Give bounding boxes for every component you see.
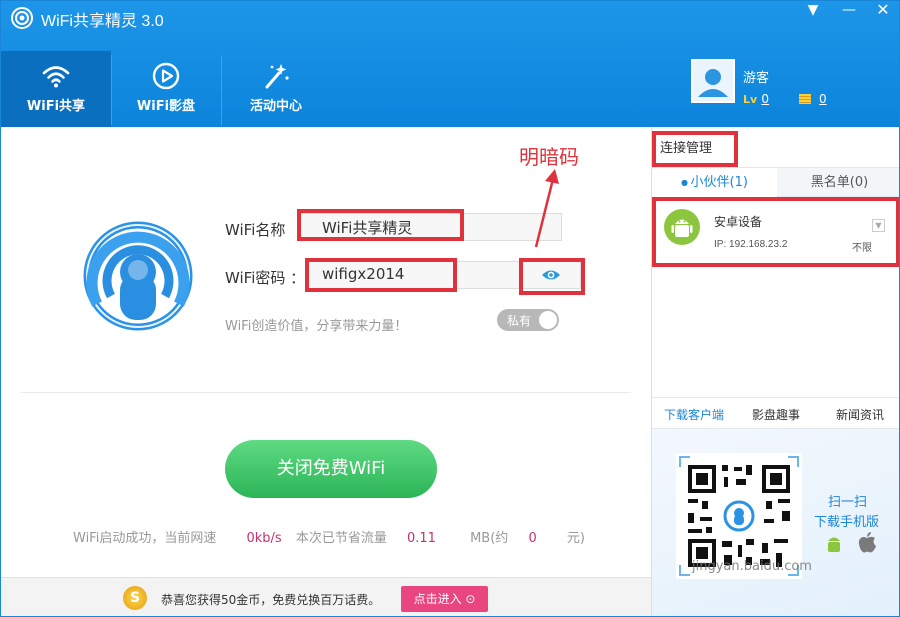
tab-disk-stories[interactable]: 影盘趣事 — [752, 406, 800, 423]
slogan-text: WiFi创造价值，分享带来力量！ — [225, 319, 408, 334]
saved-value: 0.11 — [406, 531, 436, 546]
toggle-knob — [539, 311, 557, 329]
download-mobile-text: 下载手机版 — [814, 515, 880, 530]
app-title: WiFi共享精灵 3.0 — [41, 13, 164, 30]
tab-bullet-icon: ● — [681, 178, 691, 187]
divider — [21, 392, 631, 393]
header: WiFi共享精灵 3.0 ▼ — ✕ WiFi共享 WiFi影盘 活动中心 游客… — [1, 1, 899, 127]
device-highlight-box — [652, 197, 899, 267]
tab-wifi-share[interactable]: WiFi共享 — [1, 51, 111, 127]
enter-button[interactable]: 点击进入 ⊙ — [401, 586, 488, 612]
wifi-spirit-logo-icon — [83, 221, 193, 331]
menu-dropdown-icon[interactable]: ▼ — [797, 1, 829, 23]
wifi-name-label: WiFi名称 — [225, 221, 286, 239]
avatar[interactable] — [691, 59, 735, 103]
magic-wand-icon — [265, 64, 289, 89]
password-highlight-box — [305, 258, 457, 292]
tab-news[interactable]: 新闻资讯 — [836, 406, 884, 423]
money-value: 0 — [528, 531, 537, 546]
app-logo-icon — [11, 7, 33, 29]
level-value[interactable]: 0 — [761, 92, 769, 106]
close-window-button[interactable]: ✕ — [867, 1, 899, 23]
tab-blacklist[interactable]: 黑名单(0) — [777, 168, 899, 198]
user-level: Lv 0 — [743, 92, 769, 106]
tab-download-client[interactable]: 下载客户端 — [664, 406, 724, 423]
private-toggle[interactable]: 私有 — [497, 309, 559, 331]
gold-coin-icon: S — [123, 586, 147, 610]
status-bar: WiFi启动成功，当前网速 0kb/s 本次已节省流量 0.11 MB(约 0 … — [73, 527, 585, 546]
connection-tabs: ● 小伙伴(1) 黑名单(0) — [652, 167, 899, 198]
tab-label: 活动中心 — [249, 99, 302, 114]
tab-label: WiFi影盘 — [136, 99, 196, 114]
connection-management-title: 连接管理 — [660, 141, 713, 156]
close-free-wifi-button[interactable]: 关闭免费WiFi — [225, 440, 437, 498]
user-icon — [693, 61, 733, 101]
footer-banner: S 恭喜您获得50金币，免费兑换百万话费。 点击进入 ⊙ — [1, 577, 651, 616]
tab-friends-label: 小伙伴(1) — [690, 175, 748, 190]
wifi-icon — [42, 66, 70, 88]
apple-download-icon[interactable] — [856, 531, 878, 555]
wifi-password-label: WiFi密码 ： — [225, 269, 306, 287]
main-panel: WiFi名称 WiFi共享精灵 WiFi密码 ： wifigx2014 明暗码 … — [1, 127, 651, 577]
annotation-label: 明暗码 — [519, 145, 579, 169]
info-tabs: 下载客户端 影盘趣事 新闻资讯 — [652, 397, 899, 429]
title-bar: WiFi共享精灵 3.0 ▼ — ✕ — [1, 1, 899, 35]
tab-activity-center[interactable]: 活动中心 — [221, 51, 331, 127]
scan-text: 扫一扫 — [828, 495, 868, 510]
saved-label: 本次已节省流量 — [295, 531, 387, 546]
play-icon — [152, 62, 180, 90]
name-highlight-box — [297, 209, 464, 241]
user-coins: 0 — [799, 92, 827, 106]
download-promo: 扫一扫 下载手机版 jingyan.baidu.com — [652, 429, 899, 616]
tab-friends[interactable]: ● 小伙伴(1) — [652, 168, 777, 198]
app-window: WiFi共享精灵 3.0 ▼ — ✕ WiFi共享 WiFi影盘 活动中心 游客… — [0, 0, 900, 617]
user-area: 游客 Lv 0 0 — [691, 59, 891, 109]
android-download-icon[interactable] — [824, 533, 844, 555]
status-prefix: WiFi启动成功，当前网速 — [73, 531, 217, 546]
minimize-button[interactable]: — — [833, 1, 865, 23]
coins-icon — [799, 94, 811, 104]
footer-text: 恭喜您获得50金币，免费兑换百万话费。 — [161, 593, 381, 607]
money-unit: 元) — [566, 531, 585, 546]
coins-value[interactable]: 0 — [819, 92, 827, 106]
tab-wifi-disk[interactable]: WiFi影盘 — [111, 51, 221, 127]
username: 游客 — [743, 71, 770, 86]
private-label: 私有 — [507, 314, 532, 328]
show-password-eye-icon[interactable] — [541, 268, 561, 282]
watermark-text: jingyan.baidu.com — [692, 559, 812, 574]
speed-value: 0kb/s — [246, 531, 282, 546]
tab-label: WiFi共享 — [26, 99, 86, 114]
annotation-arrow-icon — [534, 169, 559, 248]
saved-unit: MB(约 — [470, 531, 509, 546]
connection-panel: 连接管理 ● 小伙伴(1) 黑名单(0) 安卓设备 ▼ IP: 192.168.… — [651, 127, 899, 616]
level-badge: Lv — [743, 93, 758, 106]
